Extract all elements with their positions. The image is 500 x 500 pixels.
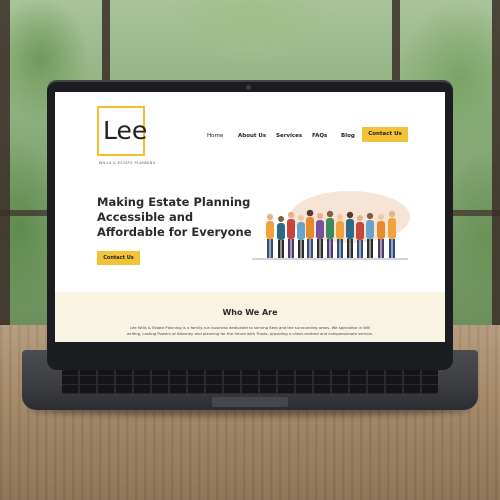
who-we-are-section: Who We Are Lee Wills & Estate Planning i… [55, 292, 445, 342]
nav-contact-button[interactable]: Contact Us [362, 127, 408, 142]
who-we-are-title: Who We Are [222, 308, 278, 317]
people-group-illustration [252, 191, 410, 260]
hero-contact-button[interactable]: Contact Us [97, 251, 140, 265]
camera [246, 85, 251, 90]
nav-services[interactable]: Services [276, 133, 302, 139]
trackpad [212, 397, 288, 407]
nav-faqs[interactable]: FAQs [312, 133, 327, 139]
laptop-screen: Lee WILLS & ESTATE PLANNING Home About U… [55, 92, 445, 342]
window-frame [0, 0, 10, 330]
nav-blog[interactable]: Blog [341, 133, 355, 139]
logo[interactable]: Lee [103, 116, 147, 145]
site-header: Lee WILLS & ESTATE PLANNING Home About U… [55, 92, 445, 177]
who-we-are-text: Lee Wills & Estate Planning is a family-… [126, 325, 374, 336]
nav-about-us[interactable]: About Us [238, 133, 266, 139]
logo-tagline: WILLS & ESTATE PLANNING [99, 161, 156, 165]
hero-title: Making Estate Planning Accessible and Af… [97, 195, 252, 239]
window-frame [492, 0, 500, 330]
nav-home[interactable]: Home [207, 133, 223, 139]
laptop-lid: Lee WILLS & ESTATE PLANNING Home About U… [47, 80, 453, 370]
